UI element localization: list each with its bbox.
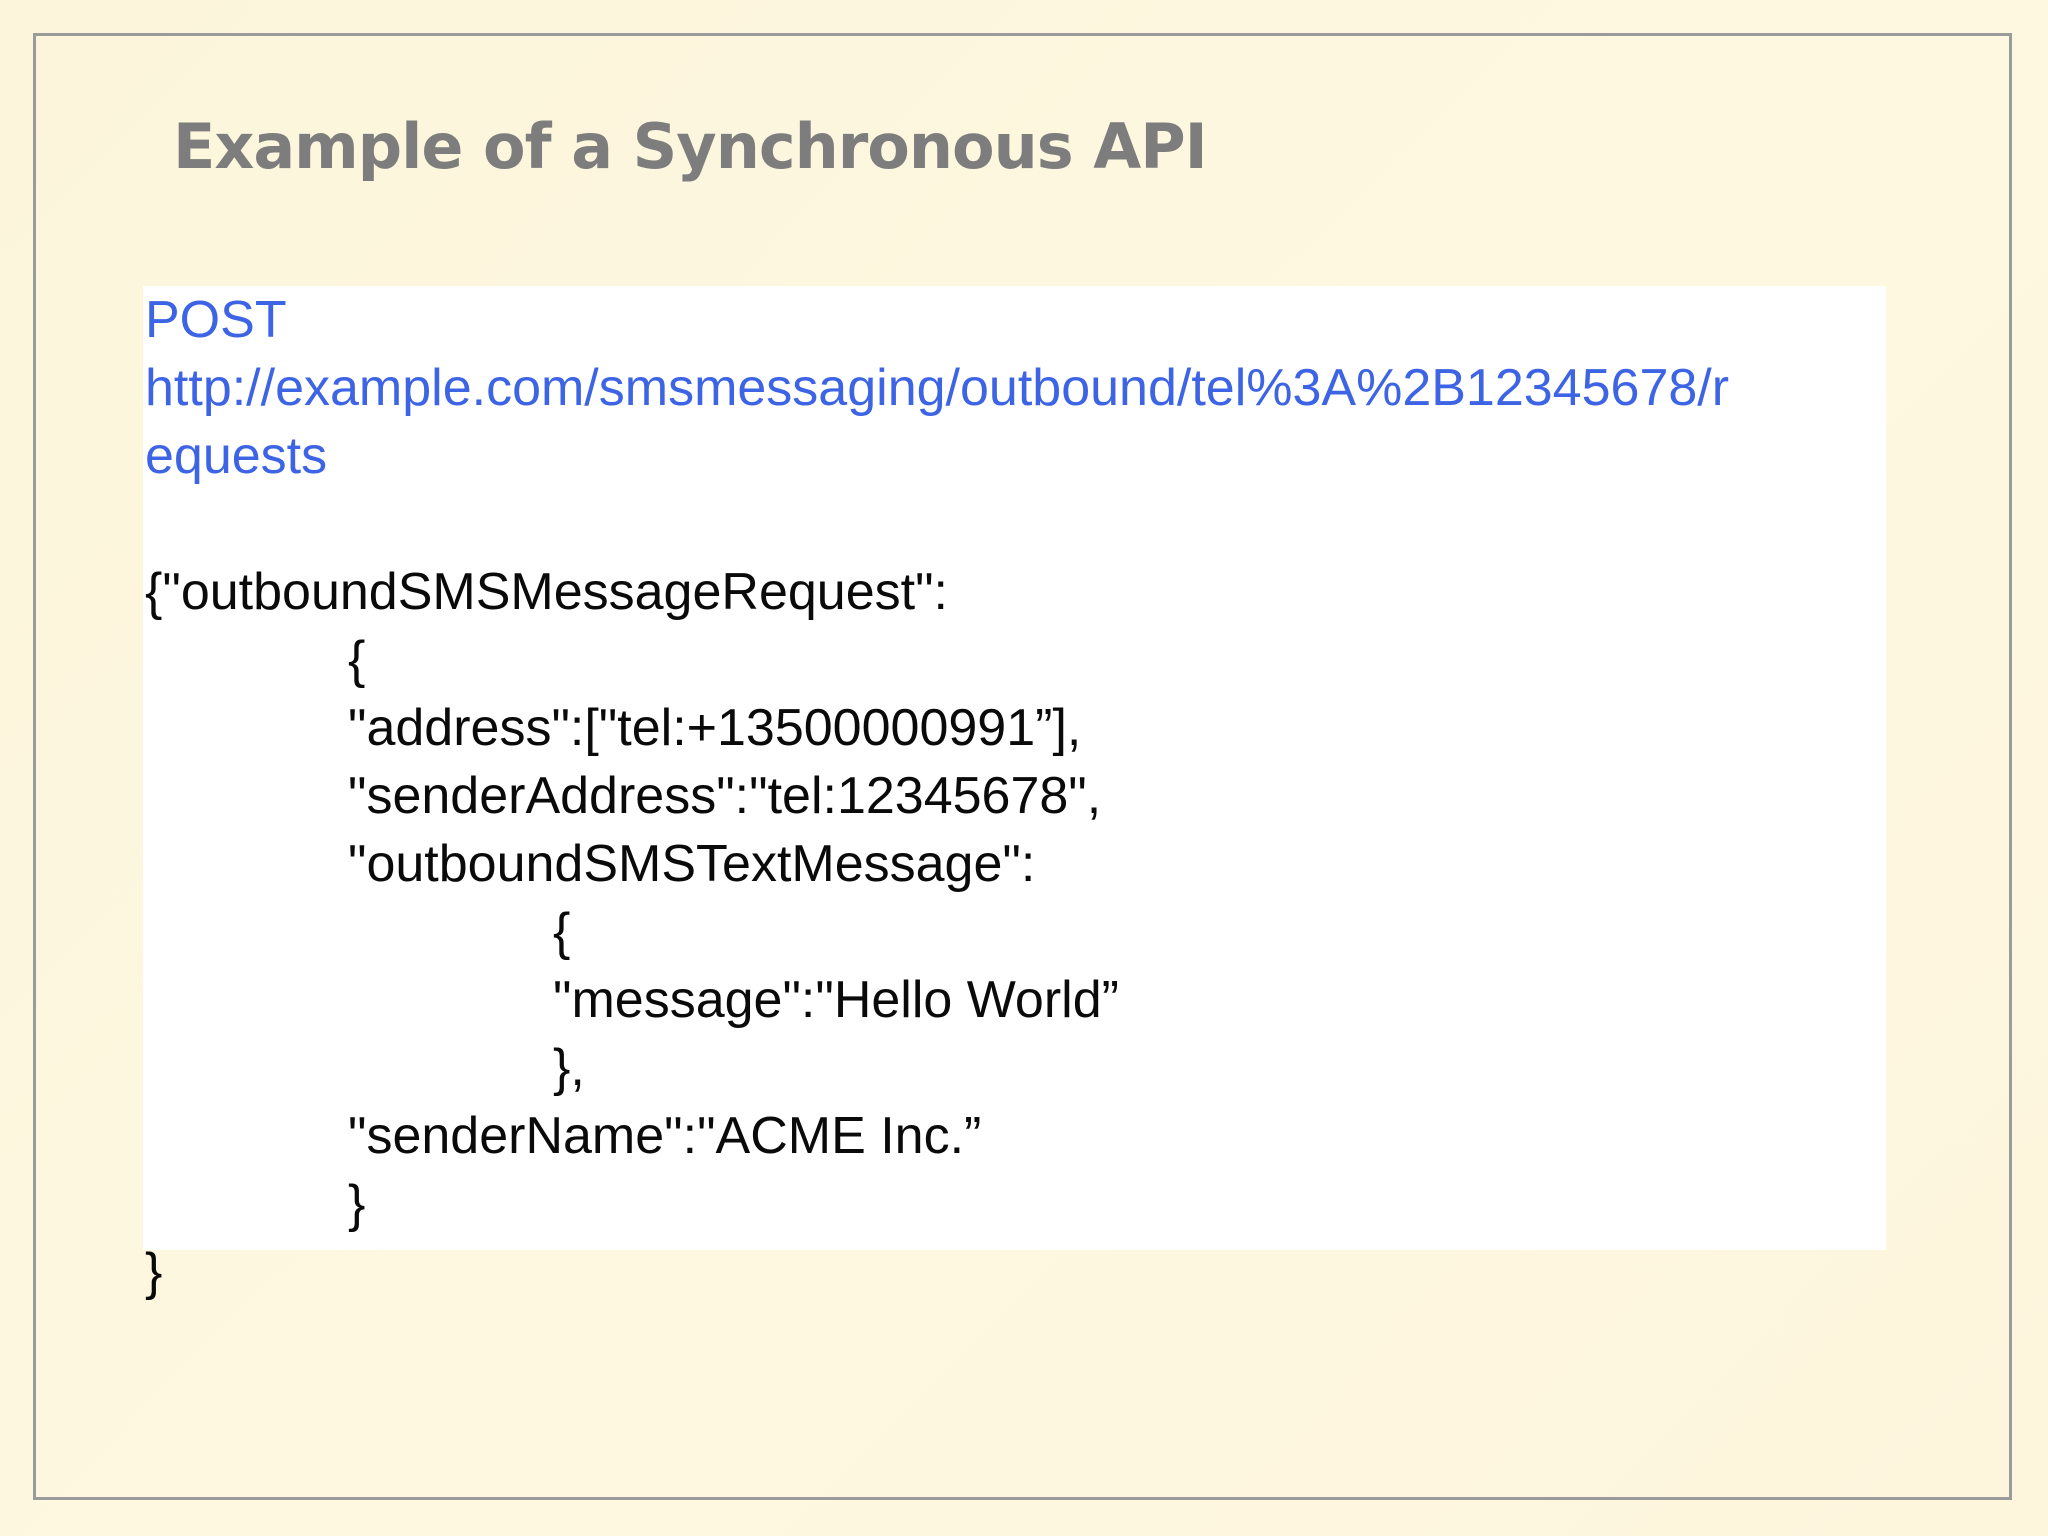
- json-line-request-open: {: [348, 631, 366, 689]
- request-url-continued: equests: [145, 427, 328, 485]
- json-line-root-close: }: [145, 1243, 163, 1301]
- json-line-root-open: {"outboundSMSMessageRequest":: [145, 563, 948, 621]
- slide-title: Example of a Synchronous API: [173, 110, 1208, 183]
- request-method: POST: [145, 291, 287, 349]
- request-url: http://example.com/smsmessaging/outbound…: [145, 359, 1730, 417]
- json-line-address: "address":["tel:+13500000991”],: [348, 699, 1082, 757]
- json-line-text-message-key: "outboundSMSTextMessage":: [348, 835, 1036, 893]
- json-line-text-message-open: {: [553, 903, 571, 961]
- json-line-sender-name: "senderName":"ACME Inc.”: [348, 1107, 982, 1165]
- json-line-sender-address: "senderAddress":"tel:12345678",: [348, 767, 1102, 825]
- json-line-message: "message":"Hello World”: [553, 971, 1119, 1029]
- json-line-text-message-close: },: [553, 1039, 585, 1097]
- json-line-request-close: }: [348, 1175, 366, 1233]
